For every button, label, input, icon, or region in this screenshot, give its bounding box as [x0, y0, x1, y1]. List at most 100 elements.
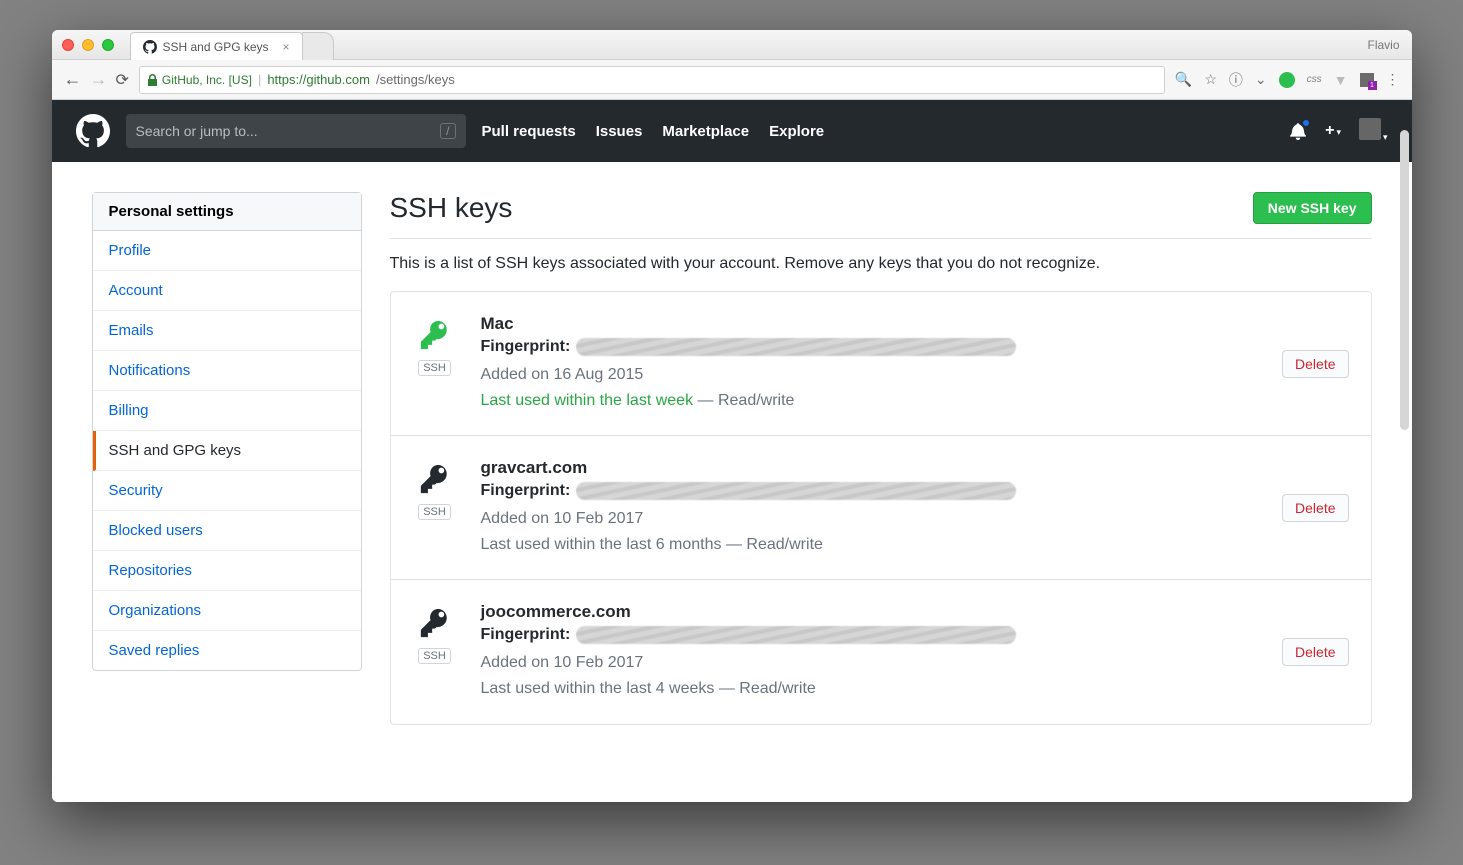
ssh-key-row: SSH gravcart.com Fingerprint: Added on 1…: [391, 436, 1371, 580]
window-controls: [62, 39, 114, 51]
key-actions: Delete: [1282, 494, 1348, 522]
ssh-type-badge: SSH: [418, 648, 451, 664]
github-header: Search or jump to... / Pull requests Iss…: [52, 100, 1412, 162]
browser-window: SSH and GPG keys × Flavio ← → ⟳ GitHub, …: [52, 30, 1412, 802]
maximize-window-button[interactable]: [102, 39, 114, 51]
key-name: joocommerce.com: [481, 602, 1259, 622]
key-actions: Delete: [1282, 638, 1348, 666]
mac-titlebar: SSH and GPG keys × Flavio: [52, 30, 1412, 60]
back-button[interactable]: ←: [64, 69, 80, 90]
sidebar-item-security[interactable]: Security: [93, 471, 361, 511]
new-ssh-key-button[interactable]: New SSH key: [1253, 192, 1372, 224]
key-added-date: Added on 10 Feb 2017: [481, 650, 1259, 676]
nav-marketplace[interactable]: Marketplace: [662, 123, 749, 140]
ssh-type-badge: SSH: [418, 504, 451, 520]
fingerprint-label: Fingerprint:: [481, 482, 571, 500]
zoom-icon[interactable]: 🔍: [1175, 71, 1192, 88]
search-slash-hint: /: [440, 123, 455, 139]
key-icon-column: SSH: [413, 314, 457, 376]
key-icon: [418, 462, 452, 496]
sidebar-item-billing[interactable]: Billing: [93, 391, 361, 431]
fingerprint-redacted: [576, 482, 1016, 500]
new-tab-button[interactable]: [302, 32, 334, 60]
minimize-window-button[interactable]: [82, 39, 94, 51]
sidebar-item-emails[interactable]: Emails: [93, 311, 361, 351]
sidebar-item-organizations[interactable]: Organizations: [93, 591, 361, 631]
extension-badge-icon[interactable]: 1: [1360, 73, 1374, 87]
sidebar-item-profile[interactable]: Profile: [93, 231, 361, 271]
chrome-menu-icon[interactable]: ⋮: [1386, 71, 1400, 88]
key-name: Mac: [481, 314, 1259, 334]
page-description: This is a list of SSH keys associated wi…: [390, 255, 1372, 273]
browser-toolbar-icons: 🔍 ☆ ⓘ ⌄ css ▼ 1 ⋮: [1175, 70, 1400, 90]
nav-issues[interactable]: Issues: [596, 123, 643, 140]
create-new-dropdown[interactable]: +▾: [1325, 122, 1341, 140]
close-window-button[interactable]: [62, 39, 74, 51]
github-logo-icon[interactable]: [76, 114, 110, 148]
key-name: gravcart.com: [481, 458, 1259, 478]
key-added-date: Added on 10 Feb 2017: [481, 506, 1259, 532]
fingerprint-label: Fingerprint:: [481, 626, 571, 644]
key-actions: Delete: [1282, 350, 1348, 378]
key-last-used: Last used within the last 6 months — Rea…: [481, 532, 1259, 558]
info-icon[interactable]: ⓘ: [1229, 70, 1243, 90]
key-added-date: Added on 16 Aug 2015: [481, 362, 1259, 388]
github-header-right: +▾ ▾: [1289, 118, 1387, 145]
fingerprint-line: Fingerprint:: [481, 482, 1259, 500]
main-header: SSH keys New SSH key: [390, 192, 1372, 239]
browser-toolbar: ← → ⟳ GitHub, Inc. [US] | https://github…: [52, 60, 1412, 100]
sidebar-item-repositories[interactable]: Repositories: [93, 551, 361, 591]
settings-sidebar: Personal settings ProfileAccountEmailsNo…: [92, 192, 362, 671]
notifications-bell-icon[interactable]: [1289, 122, 1307, 140]
delete-key-button[interactable]: Delete: [1282, 350, 1348, 378]
sidebar-item-blocked-users[interactable]: Blocked users: [93, 511, 361, 551]
sidebar-item-ssh-and-gpg-keys[interactable]: SSH and GPG keys: [93, 431, 361, 471]
sidebar-item-notifications[interactable]: Notifications: [93, 351, 361, 391]
lock-icon: GitHub, Inc. [US]: [148, 73, 252, 87]
key-icon-column: SSH: [413, 602, 457, 664]
nav-explore[interactable]: Explore: [769, 123, 824, 140]
address-bar[interactable]: GitHub, Inc. [US] | https://github.com/s…: [139, 66, 1165, 94]
key-details: Mac Fingerprint: Added on 16 Aug 2015 La…: [481, 314, 1259, 413]
github-favicon-icon: [143, 40, 157, 54]
page-title: SSH keys: [390, 192, 513, 224]
browser-tab-active[interactable]: SSH and GPG keys ×: [130, 32, 303, 60]
key-last-used: Last used within the last 4 weeks — Read…: [481, 676, 1259, 702]
key-icon-column: SSH: [413, 458, 457, 520]
page-scrollbar[interactable]: [1400, 130, 1409, 430]
pocket-icon[interactable]: ⌄: [1255, 71, 1267, 88]
sidebar-header: Personal settings: [93, 193, 361, 231]
extension-green-icon[interactable]: [1279, 72, 1295, 88]
tab-close-icon[interactable]: ×: [283, 40, 290, 54]
ssh-key-row: SSH joocommerce.com Fingerprint: Added o…: [391, 580, 1371, 723]
forward-button[interactable]: →: [90, 69, 106, 90]
delete-key-button[interactable]: Delete: [1282, 638, 1348, 666]
browser-tabs: SSH and GPG keys ×: [130, 31, 333, 59]
extension-css-icon[interactable]: css: [1307, 74, 1322, 85]
chrome-profile-name[interactable]: Flavio: [1367, 38, 1399, 52]
reload-button[interactable]: ⟳: [116, 70, 129, 90]
key-icon: [418, 606, 452, 640]
delete-key-button[interactable]: Delete: [1282, 494, 1348, 522]
avatar: [1359, 118, 1381, 140]
fingerprint-label: Fingerprint:: [481, 338, 571, 356]
fingerprint-redacted: [576, 338, 1016, 356]
tab-title: SSH and GPG keys: [163, 40, 269, 54]
url-host: https://github.com: [267, 72, 370, 87]
extension-vue-icon[interactable]: ▼: [1334, 72, 1348, 88]
main-content: SSH keys New SSH key This is a list of S…: [390, 192, 1372, 802]
cert-org: GitHub, Inc. [US]: [162, 73, 252, 87]
fingerprint-line: Fingerprint:: [481, 626, 1259, 644]
bookmark-star-icon[interactable]: ☆: [1204, 71, 1217, 88]
ssh-key-row: SSH Mac Fingerprint: Added on 16 Aug 201…: [391, 292, 1371, 436]
fingerprint-redacted: [576, 626, 1016, 644]
nav-pull-requests[interactable]: Pull requests: [482, 123, 576, 140]
sidebar-item-account[interactable]: Account: [93, 271, 361, 311]
key-details: joocommerce.com Fingerprint: Added on 10…: [481, 602, 1259, 701]
user-menu[interactable]: ▾: [1359, 118, 1388, 145]
sidebar-item-saved-replies[interactable]: Saved replies: [93, 631, 361, 670]
github-search-input[interactable]: Search or jump to... /: [126, 114, 466, 148]
fingerprint-line: Fingerprint:: [481, 338, 1259, 356]
github-nav: Pull requests Issues Marketplace Explore: [482, 123, 825, 140]
ssh-key-list: SSH Mac Fingerprint: Added on 16 Aug 201…: [390, 291, 1372, 725]
